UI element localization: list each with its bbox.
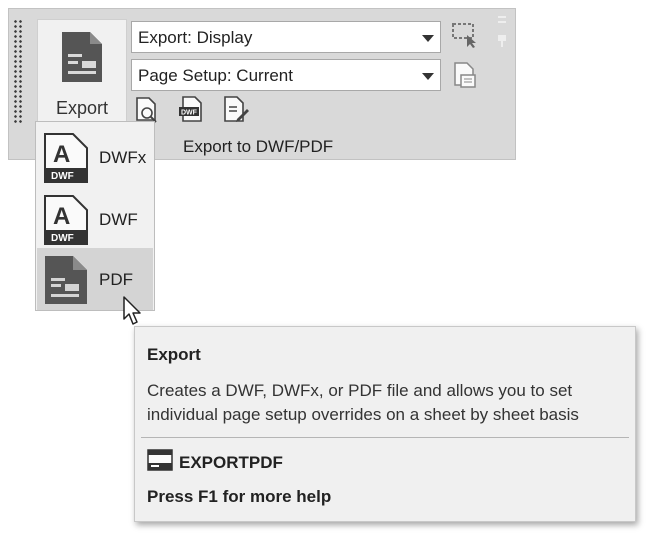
svg-text:DWF: DWF xyxy=(181,110,198,117)
export-button-label: Export xyxy=(55,98,109,118)
panel-pin-icon[interactable] xyxy=(495,13,509,53)
dwfx-file-icon: A DWF xyxy=(44,133,88,183)
dwf-file-icon: A DWF xyxy=(44,195,88,245)
export-display-value: Export: Display xyxy=(138,28,253,47)
menu-item-label: DWFx xyxy=(99,148,147,167)
svg-text:A: A xyxy=(53,141,70,168)
menu-item-dwf[interactable]: A DWF DWF xyxy=(37,188,153,250)
dropdown-arrow-icon[interactable] xyxy=(422,73,434,80)
export-tooltip: Export Creates a DWF, DWFx, or PDF file … xyxy=(134,326,636,522)
export-display-dropdown[interactable]: Export: Display xyxy=(131,21,441,53)
export-split-button[interactable]: Export xyxy=(37,19,127,131)
tooltip-description: Creates a DWF, DWFx, or PDF file and all… xyxy=(147,381,579,424)
svg-text:DWF: DWF xyxy=(51,233,74,244)
panel-grip-handle[interactable] xyxy=(13,19,23,123)
preview-icon[interactable] xyxy=(133,95,161,123)
menu-item-label: DWF xyxy=(99,210,138,229)
window-select-icon[interactable] xyxy=(451,21,479,49)
tooltip-divider xyxy=(141,437,629,438)
page-setup-dropdown[interactable]: Page Setup: Current xyxy=(131,59,441,91)
page-setup-list-icon[interactable] xyxy=(451,61,479,89)
pdf-file-icon xyxy=(45,256,87,304)
dwf-publish-icon[interactable]: DWF xyxy=(177,95,205,123)
dropdown-arrow-icon[interactable] xyxy=(422,35,434,42)
mouse-pointer-icon xyxy=(123,296,141,325)
menu-item-dwfx[interactable]: A DWF DWFx xyxy=(37,126,153,188)
menu-item-label: PDF xyxy=(99,270,133,289)
svg-text:A: A xyxy=(53,203,70,230)
command-line-icon xyxy=(147,449,173,471)
page-setup-value: Page Setup: Current xyxy=(138,66,293,85)
panel-title: Export to DWF/PDF xyxy=(183,137,334,156)
tooltip-command: EXPORTPDF xyxy=(179,453,283,472)
tooltip-help-text: Press F1 for more help xyxy=(147,487,332,506)
svg-text:DWF: DWF xyxy=(51,171,74,182)
tooltip-title: Export xyxy=(147,345,201,364)
page-setup-edit-icon[interactable] xyxy=(221,95,249,123)
export-dropdown-menu: A DWF DWFx A DWF DWF PDF xyxy=(35,121,155,311)
pdf-document-icon xyxy=(62,32,102,82)
